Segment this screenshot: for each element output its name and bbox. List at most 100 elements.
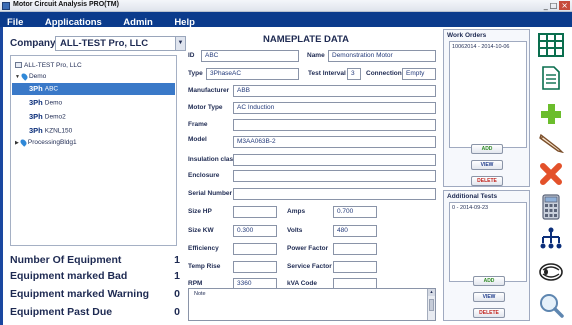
work-orders-list[interactable]: 10062014 - 2014-10-06 (449, 41, 527, 148)
frame-field[interactable] (233, 119, 436, 131)
equipment-tree[interactable]: ALL-TEST Pro, LLC ▼ Demo 3Ph ABC 3Ph Demo 3… (10, 55, 177, 246)
work-order-view-button[interactable]: VIEW (471, 160, 503, 170)
delete-x-icon[interactable] (537, 160, 565, 188)
connection-field[interactable]: Empty (402, 68, 436, 80)
scroll-up-icon[interactable]: ▲ (428, 289, 435, 296)
note-scrollbar[interactable]: ▲ (427, 289, 435, 320)
connection-label: Connection (366, 70, 402, 77)
enclosure-label: Enclosure (188, 172, 220, 179)
list-item[interactable]: 10062014 - 2014-10-06 (450, 42, 526, 52)
search-icon[interactable] (537, 291, 565, 319)
frame-label: Frame (188, 121, 208, 128)
expanded-triangle-icon[interactable]: ▼ (15, 71, 20, 83)
size-hp-label: Size HP (188, 208, 212, 215)
tree-item-abc[interactable]: 3Ph ABC (12, 83, 175, 95)
work-orders-panel: Work Orders 10062014 - 2014-10-06 ADD VI… (443, 29, 530, 187)
scroll-thumb[interactable] (429, 299, 434, 311)
stat-label: Equipment marked Bad (10, 270, 128, 282)
amps-field[interactable]: 0.700 (333, 206, 377, 218)
tree-item-label: ProcessingBldg1 (27, 139, 77, 146)
size-kw-label: Size KW (188, 227, 214, 234)
volts-label: Volts (287, 227, 303, 234)
company-select[interactable]: ALL-TEST Pro, LLC ▼ (55, 36, 186, 51)
manufacturer-label: Manufacturer (188, 87, 230, 94)
maximize-icon[interactable]: □ (550, 1, 558, 10)
tree-item-processingbldg1[interactable]: ▶ ProcessingBldg1 (15, 137, 77, 149)
power-factor-field[interactable] (333, 243, 377, 255)
grid-icon[interactable] (537, 31, 565, 59)
location-pin-icon (20, 72, 29, 81)
company-label: Company (10, 38, 56, 49)
window-titlebar: Motor Circuit Analysis PRO(TM) _ □ × (0, 0, 572, 12)
model-label: Model (188, 136, 207, 143)
stat-equipment-past-due: Equipment Past Due 0 (10, 306, 180, 321)
type-label: Type (188, 70, 203, 77)
tree-item-demo2[interactable]: 3Ph Demo2 (29, 111, 66, 123)
additional-tests-list[interactable]: 0 - 2014-09-23 (449, 202, 527, 282)
stat-value: 0 (174, 306, 180, 318)
name-field[interactable]: Demonstration Motor (328, 50, 436, 62)
nameplate-title: NAMEPLATE DATA (263, 34, 350, 45)
three-phase-motor-icon: 3Ph (29, 112, 43, 121)
additional-test-add-button[interactable]: ADD (473, 276, 505, 286)
amps-label: Amps (287, 208, 306, 215)
efficiency-field[interactable] (233, 243, 277, 255)
location-pin-icon (19, 138, 28, 147)
enclosure-field[interactable] (233, 170, 436, 182)
model-field[interactable]: M3AA063B-2 (233, 136, 436, 148)
list-item[interactable]: 0 - 2014-09-23 (450, 203, 526, 213)
tree-item-label: KZNL150 (44, 127, 73, 135)
work-order-delete-button[interactable]: DELETE (471, 176, 503, 186)
window-title: Motor Circuit Analysis PRO(TM) (13, 1, 119, 8)
note-field[interactable]: Note ▲ (188, 288, 436, 321)
service-factor-label: Service Factor (287, 263, 332, 270)
minimize-icon[interactable]: _ (544, 1, 548, 10)
motor-icon[interactable] (537, 258, 565, 286)
window-controls: _ □ × (542, 1, 570, 10)
three-phase-motor-icon: 3Ph (29, 126, 43, 135)
hierarchy-icon[interactable] (537, 225, 565, 253)
close-icon[interactable]: × (559, 1, 570, 10)
tree-item-label: Demo (44, 99, 63, 107)
tree-item-kznl150[interactable]: 3Ph KZNL150 (29, 125, 72, 137)
id-field[interactable]: ABC (201, 50, 299, 62)
size-kw-field[interactable]: 0.300 (233, 225, 277, 237)
stat-equipment-warning: Equipment marked Warning 0 (10, 288, 180, 303)
serial-number-field[interactable] (233, 188, 436, 200)
tree-item-label: Demo (28, 73, 47, 80)
power-factor-label: Power Factor (287, 245, 329, 252)
additional-tests-title: Additional Tests (447, 193, 498, 200)
edit-pencil-icon[interactable] (537, 128, 565, 156)
calculator-icon[interactable] (537, 193, 565, 221)
stat-label: Number Of Equipment (10, 254, 122, 266)
chevron-down-icon[interactable]: ▼ (175, 37, 185, 50)
document-icon[interactable] (537, 64, 565, 92)
add-icon[interactable] (537, 100, 565, 128)
serial-number-label: Serial Number (188, 190, 233, 197)
stat-equipment-bad: Equipment marked Bad 1 (10, 270, 180, 285)
collapsed-triangle-icon[interactable]: ▶ (15, 137, 19, 149)
company-selected-value: ALL-TEST Pro, LLC (60, 38, 149, 49)
motor-type-field[interactable]: AC Induction (233, 102, 436, 114)
stat-value: 1 (174, 270, 180, 282)
stat-number-of-equipment: Number Of Equipment 1 (10, 254, 180, 269)
tree-item-label: ABC (44, 85, 59, 93)
insulation-class-label: Insulation class (188, 156, 237, 163)
additional-test-view-button[interactable]: VIEW (473, 292, 505, 302)
work-order-add-button[interactable]: ADD (471, 144, 503, 154)
tree-item-demo-location[interactable]: ▼ Demo (15, 71, 46, 83)
temp-rise-field[interactable] (233, 261, 277, 273)
additional-test-delete-button[interactable]: DELETE (473, 308, 505, 318)
temp-rise-label: Temp Rise (188, 263, 221, 270)
volts-field[interactable]: 480 (333, 225, 377, 237)
insulation-class-field[interactable] (233, 154, 436, 166)
test-interval-field[interactable]: 3 (347, 68, 361, 80)
manufacturer-field[interactable]: ABB (233, 85, 436, 97)
type-field[interactable]: 3PhaseAC (206, 68, 299, 80)
size-hp-field[interactable] (233, 206, 277, 218)
name-label: Name (307, 52, 325, 59)
service-factor-field[interactable] (333, 261, 377, 273)
id-label: ID (188, 52, 195, 59)
kva-code-label: kVA Code (287, 280, 317, 287)
tree-item-demo-motor[interactable]: 3Ph Demo (29, 97, 62, 109)
